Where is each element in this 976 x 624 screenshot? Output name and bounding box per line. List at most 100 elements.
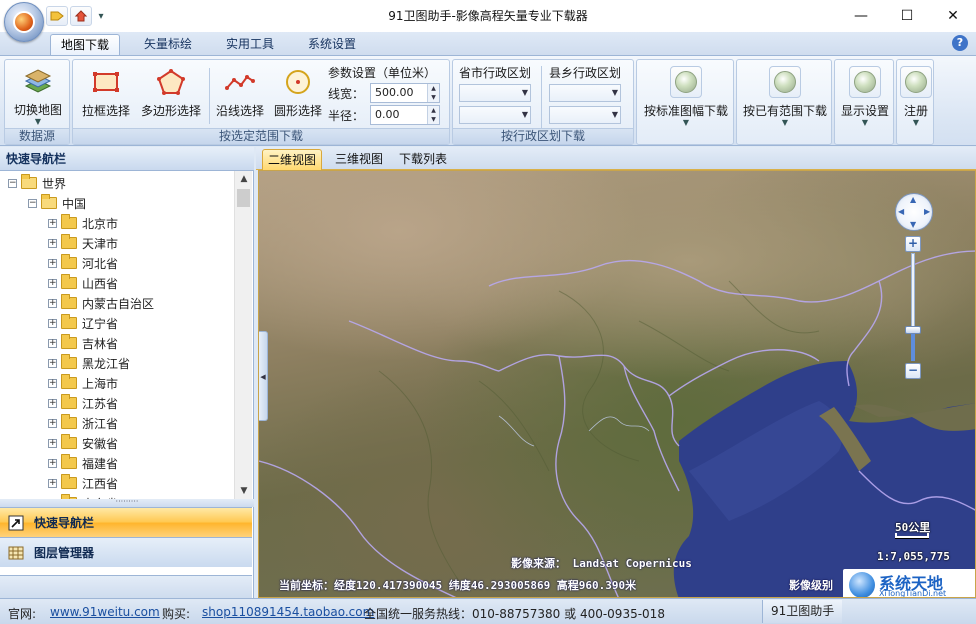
group-label-datasource: 数据源 <box>5 128 69 144</box>
tree-node-province[interactable]: + 山西省 <box>48 273 118 293</box>
province-combo-1[interactable]: ▼ <box>459 84 531 102</box>
tree-node-province[interactable]: + 上海市 <box>48 373 118 393</box>
pane-splitter[interactable]: ········· <box>0 498 254 507</box>
expand-icon[interactable]: + <box>48 478 57 488</box>
tree-node-province[interactable]: + 福建省 <box>48 453 118 473</box>
group-admin-download: 省市行政区划 县乡行政区划 ▼ ▼ ▼ ▼ 按行政区划下载 <box>452 59 634 145</box>
tree-node-province[interactable]: + 天津市 <box>48 233 118 253</box>
pan-down-icon[interactable]: ▼ <box>910 220 916 229</box>
tree-node-province[interactable]: + 浙江省 <box>48 413 118 433</box>
scroll-down-icon[interactable]: ▼ <box>235 483 253 499</box>
polygon-select-button[interactable]: 多边形选择 <box>135 62 207 126</box>
expand-icon[interactable]: + <box>48 378 57 388</box>
rect-select-button[interactable]: 拉框选择 <box>77 62 135 126</box>
tag-icon[interactable] <box>46 6 68 26</box>
standard-sheet-button[interactable]: 按标准图幅下载 ▼ <box>639 62 733 127</box>
switch-map-button[interactable]: 切换地图 ▼ <box>9 62 67 126</box>
imagery-level: 影像级别 <box>789 579 833 592</box>
expand-icon[interactable]: + <box>48 278 57 288</box>
zoom-in-button[interactable]: + <box>905 236 921 252</box>
register-button[interactable]: 注册 ▼ <box>898 62 934 127</box>
radius-stepper[interactable]: 0.00 ▲ ▼ <box>370 105 441 125</box>
stepper-arrows-icon[interactable]: ▲ ▼ <box>427 106 440 124</box>
collapse-pane-handle[interactable]: ◀ <box>259 331 268 421</box>
tree-node-country[interactable]: − 中国 <box>28 193 86 213</box>
county-combo-1[interactable]: ▼ <box>549 84 621 102</box>
expand-icon[interactable]: + <box>48 218 57 228</box>
tree-node-province[interactable]: + 辽宁省 <box>48 313 118 333</box>
tree-label: 江西省 <box>82 476 119 491</box>
home-icon[interactable] <box>70 6 92 26</box>
nav-quick-nav[interactable]: 快速导航栏 <box>0 507 252 537</box>
tab-tools[interactable]: 实用工具 <box>216 34 284 56</box>
county-combo-2[interactable]: ▼ <box>549 106 621 124</box>
layers-icon <box>22 66 54 97</box>
linewidth-stepper[interactable]: 500.00 ▲ ▼ <box>370 83 441 103</box>
expand-icon[interactable]: + <box>48 318 57 328</box>
collapse-icon[interactable]: − <box>28 198 37 208</box>
quick-access-toolbar: ▾ <box>46 5 108 27</box>
tab-map-download[interactable]: 地图下载 <box>50 34 121 56</box>
scale-bar <box>895 533 929 538</box>
tree-node-province[interactable]: + 黑龙江省 <box>48 353 130 373</box>
tree-label: 辽宁省 <box>82 316 119 331</box>
group-label-range: 按选定范围下载 <box>73 128 449 144</box>
region-tree: − 世界 − 中国 + 北京市 + 天津市 + 河北省 + 山西省 + 内蒙古自治区 + 辽宁省 + 吉林… <box>0 171 234 499</box>
collapse-icon[interactable]: − <box>8 178 17 188</box>
expand-icon[interactable]: + <box>48 398 57 408</box>
tab-3d-view[interactable]: 三维视图 <box>330 149 388 170</box>
tree-scrollbar[interactable]: ▲ ▼ <box>234 171 252 499</box>
group-existing-range: 按已有范围下载 ▼ <box>736 59 832 145</box>
website-label: 官网: <box>8 607 37 621</box>
tab-download-list[interactable]: 下载列表 <box>394 149 452 170</box>
expand-icon[interactable]: + <box>48 358 57 368</box>
polygon-select-label: 多边形选择 <box>140 104 201 118</box>
existing-range-button[interactable]: 按已有范围下载 ▼ <box>738 62 832 127</box>
website-link[interactable]: www.91weitu.com <box>50 605 160 619</box>
tree-node-province[interactable]: + 江苏省 <box>48 393 118 413</box>
tree-node-province[interactable]: + 吉林省 <box>48 333 118 353</box>
tree-node-root[interactable]: − 世界 <box>8 173 66 193</box>
maximize-button[interactable]: ☐ <box>884 0 930 32</box>
tab-2d-view[interactable]: 二维视图 <box>262 149 323 170</box>
pan-control[interactable]: ▲ ▼ ◀ ▶ <box>895 193 933 231</box>
shop-link[interactable]: shop110891454.taobao.com <box>202 605 374 619</box>
expand-icon[interactable]: + <box>48 298 57 308</box>
tree-node-province[interactable]: + 北京市 <box>48 213 118 233</box>
pan-left-icon[interactable]: ◀ <box>898 207 904 216</box>
nav-layer-manager[interactable]: 图层管理器 <box>0 537 252 567</box>
circle-select-button[interactable]: 圆形选择 <box>269 62 327 126</box>
zoom-out-button[interactable]: − <box>905 363 921 379</box>
display-settings-button[interactable]: 显示设置 ▼ <box>836 62 894 127</box>
expand-icon[interactable]: + <box>48 258 57 268</box>
taskbar-app-name[interactable]: 91卫图助手 <box>762 600 842 623</box>
tree-node-province[interactable]: + 江西省 <box>48 473 118 493</box>
province-combo-2[interactable]: ▼ <box>459 106 531 124</box>
expand-icon[interactable]: + <box>48 338 57 348</box>
tab-settings[interactable]: 系统设置 <box>298 34 366 56</box>
tree-node-province[interactable]: + 安徽省 <box>48 433 118 453</box>
scroll-up-icon[interactable]: ▲ <box>235 171 253 187</box>
watermark-globe-icon <box>849 572 875 597</box>
quick-access-dropdown[interactable]: ▾ <box>94 6 108 26</box>
zoom-slider-thumb[interactable] <box>905 325 921 334</box>
help-icon[interactable]: ? <box>952 35 968 51</box>
range-file-icon <box>769 66 801 98</box>
tree-node-province[interactable]: + 内蒙古自治区 <box>48 293 154 313</box>
line-select-button[interactable]: 沿线选择 <box>211 62 269 126</box>
app-menu-button[interactable] <box>4 2 44 42</box>
expand-icon[interactable]: + <box>48 238 57 248</box>
minimize-button[interactable]: — <box>838 0 884 32</box>
map-canvas[interactable]: ◀ ▲ ▼ ◀ ▶ + − 50公里 1:7,055,775 影像来源： Lan… <box>258 170 976 598</box>
pan-up-icon[interactable]: ▲ <box>910 195 916 204</box>
tab-vector-plot[interactable]: 矢量标绘 <box>134 34 202 56</box>
nav-label: 快速导航栏 <box>34 516 95 530</box>
expand-icon[interactable]: + <box>48 418 57 428</box>
expand-icon[interactable]: + <box>48 458 57 468</box>
stepper-arrows-icon[interactable]: ▲ ▼ <box>427 84 440 102</box>
expand-icon[interactable]: + <box>48 438 57 448</box>
pan-right-icon[interactable]: ▶ <box>924 207 930 216</box>
scroll-thumb[interactable] <box>237 189 250 207</box>
tree-node-province[interactable]: + 河北省 <box>48 253 118 273</box>
close-button[interactable]: ✕ <box>930 0 976 32</box>
